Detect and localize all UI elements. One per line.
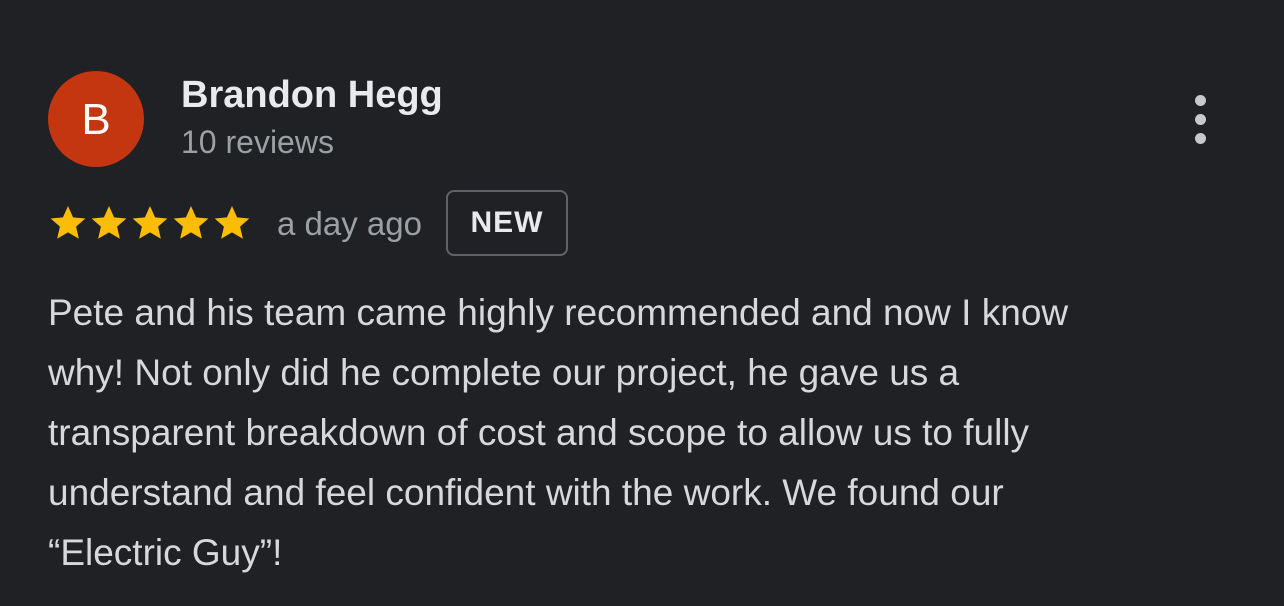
star-icon bbox=[91, 206, 127, 239]
more-vertical-icon bbox=[1194, 113, 1206, 125]
review-time: a day ago bbox=[277, 205, 422, 242]
star-icon bbox=[173, 206, 209, 239]
star-icon bbox=[132, 206, 168, 239]
star-icon bbox=[50, 206, 86, 239]
more-vertical-icon bbox=[1194, 132, 1206, 144]
review-card: B Brandon Hegg 10 reviews a day ago NEW … bbox=[0, 0, 1284, 606]
star-rating bbox=[48, 203, 252, 243]
new-badge: NEW bbox=[445, 190, 568, 256]
review-text: Pete and his team came highly recommende… bbox=[48, 292, 1069, 573]
more-vertical-icon bbox=[1194, 94, 1206, 106]
more-options-button[interactable] bbox=[1172, 88, 1228, 150]
review-count: 10 reviews bbox=[181, 124, 334, 160]
avatar-initial: B bbox=[81, 95, 111, 144]
reviewer-name[interactable]: Brandon Hegg bbox=[181, 74, 443, 117]
star-icon bbox=[214, 206, 250, 239]
reviewer-avatar[interactable]: B bbox=[48, 71, 144, 167]
rating-row: a day ago NEW bbox=[48, 190, 568, 256]
